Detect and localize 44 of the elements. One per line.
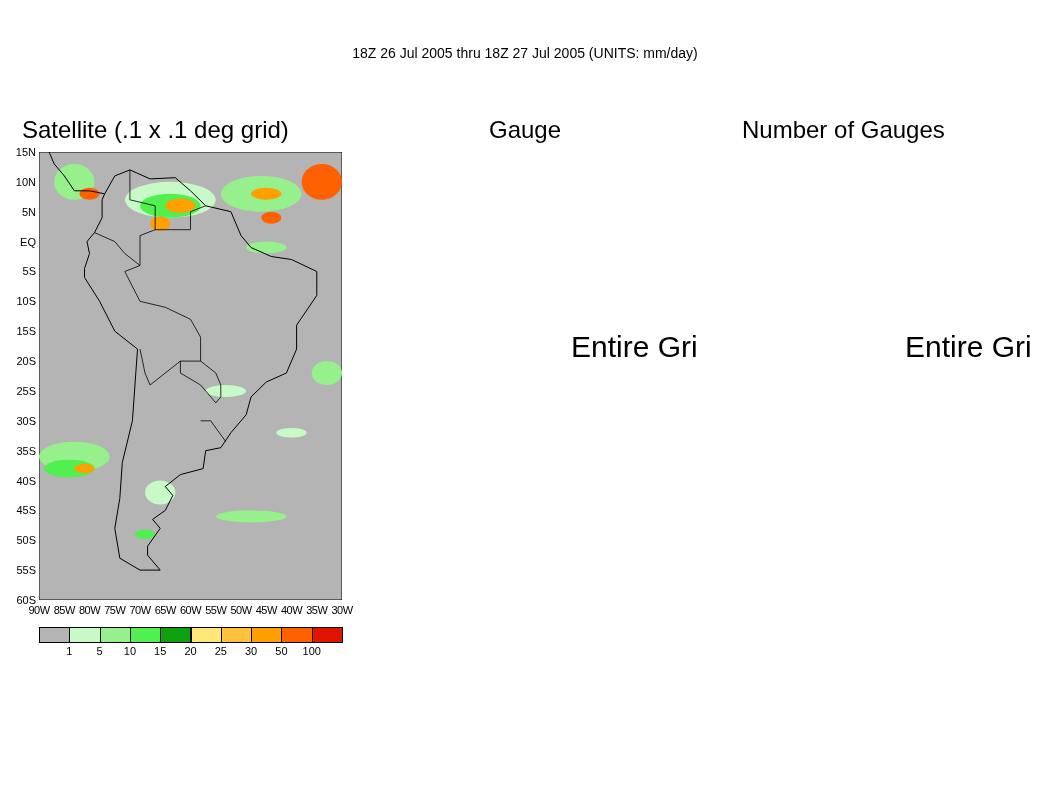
longitude-label: 80W: [78, 605, 101, 616]
longitude-label: 35W: [306, 605, 328, 616]
latitude-label: 10N: [14, 176, 36, 188]
longitude-label: 75W: [104, 605, 126, 616]
latitude-label: 60S: [15, 594, 36, 606]
latitude-label: 30S: [15, 415, 36, 427]
latitude-label: 5S: [21, 265, 36, 277]
latitude-label: EQ: [19, 236, 36, 248]
latitude-label: 15S: [15, 325, 36, 337]
longitude-label: 40W: [280, 605, 303, 616]
legend-label: 10: [123, 646, 136, 657]
longitude-label: 70W: [129, 605, 151, 616]
legend-label: 50: [275, 646, 288, 657]
longitude-label: 50W: [230, 605, 252, 616]
panel-message: Entire Gri: [905, 332, 1032, 362]
panel-message: Entire Gri: [571, 332, 698, 362]
legend-label: 15: [154, 646, 167, 657]
latitude-label: 40S: [15, 475, 36, 487]
longitude-label: 45W: [255, 605, 277, 616]
legend-label: 20: [184, 646, 197, 657]
legend-label: 100: [302, 646, 321, 657]
panel-title: Gauge: [489, 118, 562, 142]
latitude-label: 55S: [15, 564, 36, 576]
longitude-label: 55W: [205, 605, 227, 616]
latitude-label: 20S: [15, 355, 36, 367]
latitude-label: 35S: [15, 445, 36, 457]
plot-title: 18Z 26 Jul 2005 thru 18Z 27 Jul 2005 (UNITS: mm/day): [352, 46, 698, 60]
longitude-label: 85W: [53, 605, 75, 616]
latitude-label: 10S: [15, 295, 36, 307]
panel-title: Satellite (.1 x .1 deg grid): [22, 118, 289, 142]
legend-label: 5: [96, 646, 103, 657]
longitude-label: 30W: [331, 605, 353, 616]
panel-title: Number of Gauges: [742, 118, 945, 142]
latitude-label: 15N: [14, 146, 36, 158]
legend-label: 1: [66, 646, 73, 657]
longitude-label: 60W: [179, 605, 202, 616]
legend-label: 30: [244, 646, 258, 657]
latitude-label: 45S: [15, 504, 36, 516]
longitude-label: 90W: [28, 605, 50, 616]
latitude-label: 5N: [20, 206, 36, 218]
latitude-label: 25S: [15, 385, 36, 397]
latitude-label: 50S: [15, 534, 36, 546]
longitude-label: 65W: [154, 605, 176, 616]
legend-label: 25: [214, 646, 227, 657]
